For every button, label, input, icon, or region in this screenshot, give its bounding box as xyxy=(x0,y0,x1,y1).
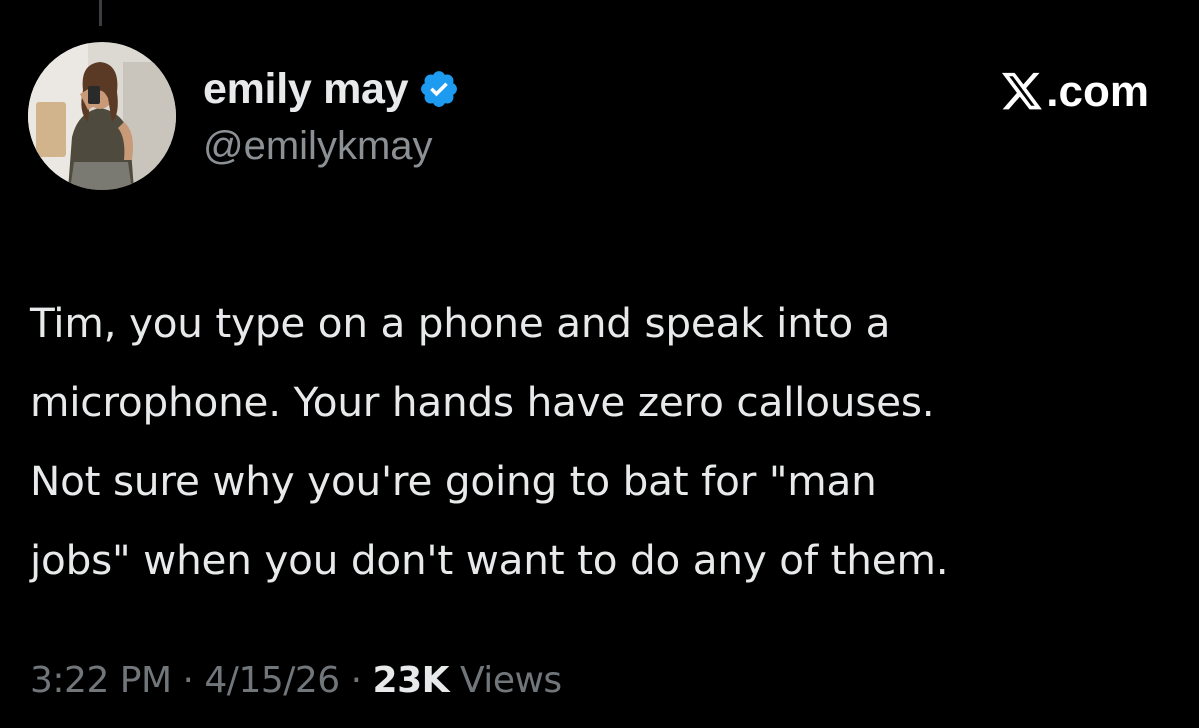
brand-watermark: .com xyxy=(1000,64,1149,120)
tweet-text-line: microphone. Your hands have zero callous… xyxy=(30,378,935,426)
views-count[interactable]: 23K xyxy=(373,660,450,701)
tweet-date[interactable]: 4/15/26 xyxy=(204,660,340,701)
tweet-meta: 3:22 PM · 4/15/26 · 23K Views xyxy=(30,660,562,701)
meta-separator: · xyxy=(339,660,373,701)
tweet-text-line: Tim, you type on a phone and speak into … xyxy=(30,299,891,347)
x-logo-icon xyxy=(1000,71,1044,113)
tweet-text-line: Not sure why you're going to bat for "ma… xyxy=(30,457,877,505)
avatar[interactable] xyxy=(28,42,176,190)
avatar-photo xyxy=(28,42,176,190)
tweet-text-line: jobs" when you don't want to do any of t… xyxy=(30,536,949,584)
thread-connector-line xyxy=(99,0,102,26)
brand-domain-suffix: .com xyxy=(1046,67,1149,116)
views-label: Views xyxy=(449,660,562,701)
verified-badge-icon xyxy=(418,68,460,110)
tweet-time[interactable]: 3:22 PM xyxy=(30,660,172,701)
author-name-row: emily may xyxy=(203,64,460,114)
author-handle[interactable]: @emilykmay xyxy=(203,124,433,169)
tweet-text: Tim, you type on a phone and speak into … xyxy=(30,284,1180,600)
meta-separator: · xyxy=(171,660,205,701)
author-display-name[interactable]: emily may xyxy=(203,65,409,114)
